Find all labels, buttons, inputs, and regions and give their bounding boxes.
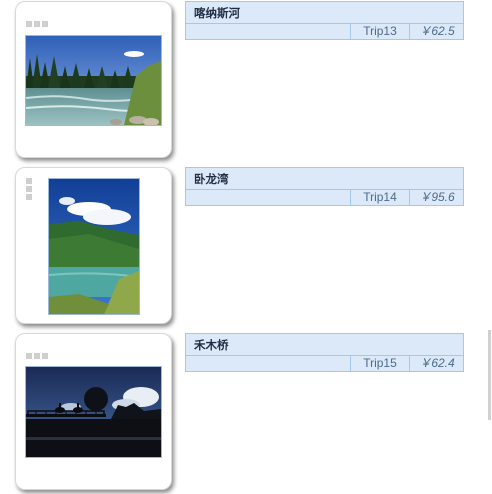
item-info-panel: 卧龙湾 Trip14 ￥95.6 bbox=[185, 167, 464, 206]
drag-handle-icon[interactable] bbox=[26, 12, 50, 31]
river-forest-photo bbox=[25, 35, 162, 126]
item-title[interactable]: 禾木桥 bbox=[194, 337, 229, 353]
trip-label: Trip14 bbox=[350, 190, 409, 205]
price-label: ￥95.6 bbox=[409, 190, 464, 205]
thumbnail-card[interactable] bbox=[15, 1, 172, 158]
bridge-silhouette-photo bbox=[25, 366, 162, 458]
item-title[interactable]: 卧龙湾 bbox=[194, 171, 229, 187]
price-label: ￥62.4 bbox=[409, 356, 464, 371]
drag-handle-icon[interactable] bbox=[26, 344, 50, 363]
trip-label: Trip13 bbox=[350, 24, 409, 39]
price-label: ￥62.5 bbox=[409, 24, 464, 39]
item-meta-row: Trip15 ￥62.4 bbox=[186, 355, 463, 371]
drag-handle-icon[interactable] bbox=[26, 178, 32, 202]
item-info-panel: 喀纳斯河 Trip13 ￥62.5 bbox=[185, 1, 464, 40]
trip-label: Trip15 bbox=[350, 356, 409, 371]
item-meta-row: Trip13 ￥62.5 bbox=[186, 23, 463, 39]
vertical-scrollbar[interactable] bbox=[488, 330, 491, 420]
lake-mountain-photo bbox=[48, 178, 140, 315]
thumbnail-card[interactable] bbox=[15, 333, 172, 490]
item-info-panel: 禾木桥 Trip15 ￥62.4 bbox=[185, 333, 464, 372]
thumbnail-card[interactable] bbox=[15, 167, 172, 324]
item-meta-row: Trip14 ￥95.6 bbox=[186, 189, 463, 205]
item-title[interactable]: 喀纳斯河 bbox=[194, 5, 240, 21]
